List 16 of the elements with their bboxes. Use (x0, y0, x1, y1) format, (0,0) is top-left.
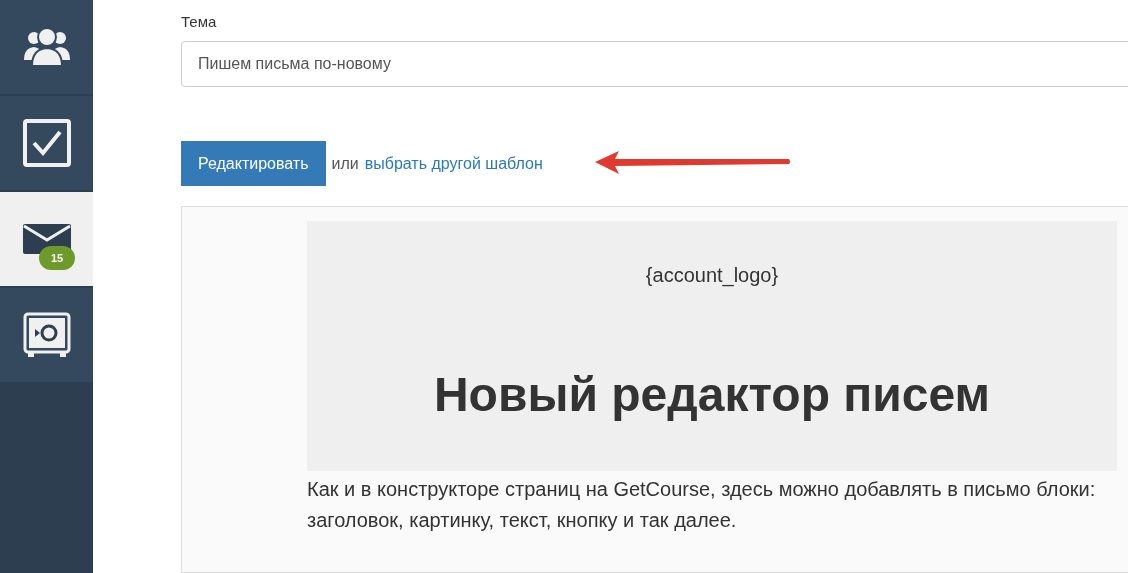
logo-placeholder-text: {account_logo} (645, 264, 779, 287)
subject-label: Тема (181, 13, 218, 30)
safe-icon (22, 312, 71, 358)
unread-count-badge: 15 (39, 246, 76, 270)
checkbox-icon (22, 119, 71, 167)
users-icon (22, 26, 71, 68)
sidebar-item[interactable] (0, 96, 93, 190)
sidebar-item[interactable] (0, 0, 93, 94)
choose-template-link[interactable]: выбрать другой шаблон (364, 154, 543, 173)
email-paragraph: Как и в конструкторе страниц на GetCourse, здесь можно добавлять в письмо блоки: заголовок, картинку, текст, кнопку и так далее. (307, 477, 1097, 533)
sidebar-item[interactable] (0, 288, 93, 382)
edit-button[interactable]: Редактировать (181, 141, 326, 186)
sidebar-item[interactable]: 15 (0, 192, 93, 286)
or-text: или (331, 154, 359, 173)
subject-field[interactable]: Пишем письма по-новому (181, 41, 1128, 87)
email-heading: Новый редактор писем (433, 367, 991, 422)
